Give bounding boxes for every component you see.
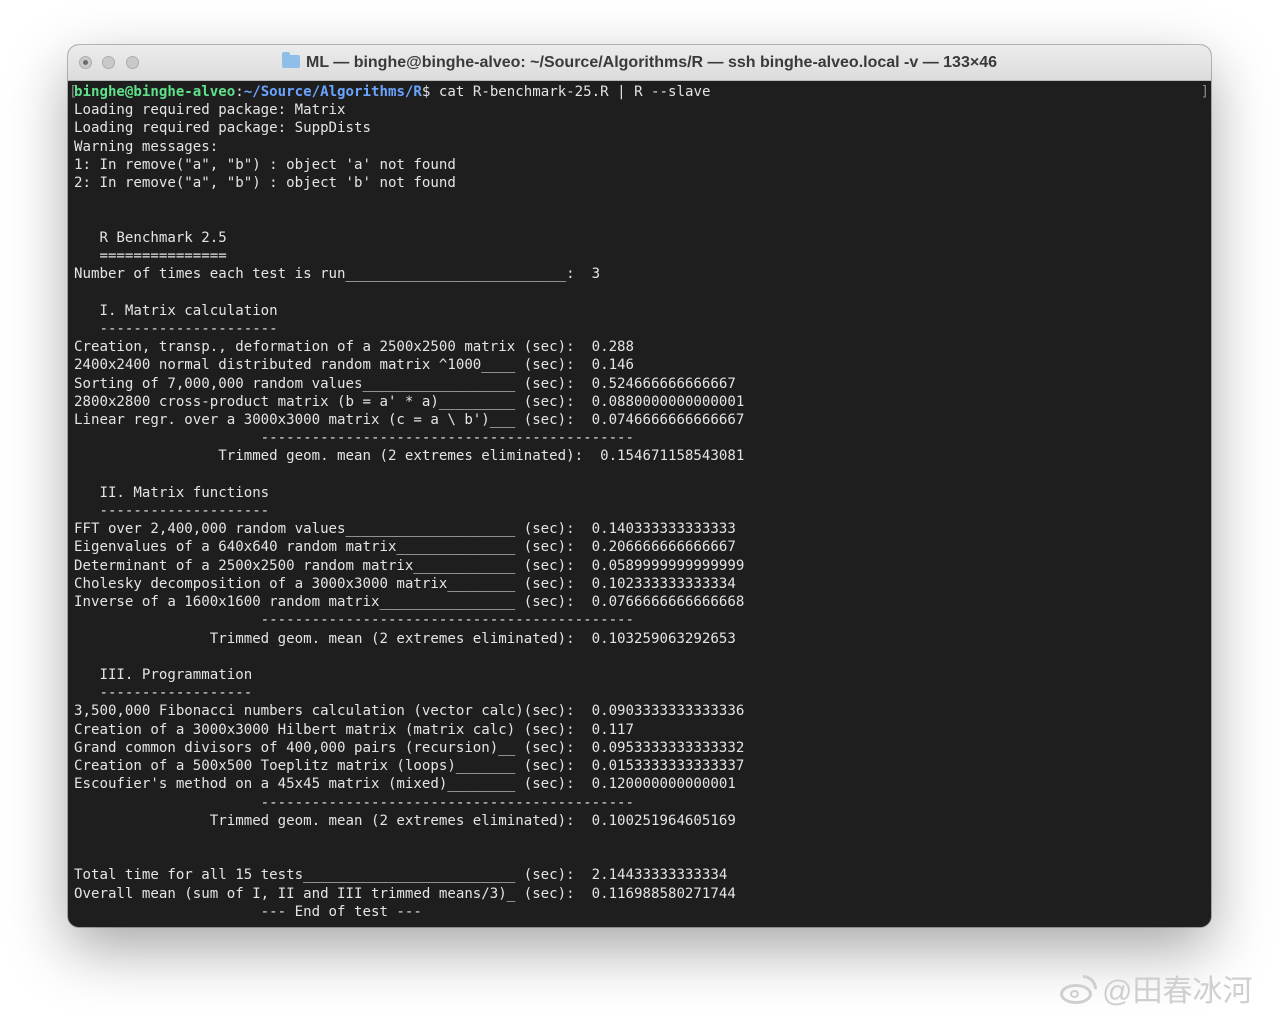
window-title-container: ML — binghe@binghe-alveo: ~/Source/Algor… bbox=[68, 45, 1211, 80]
benchmark-output: Loading required package: Matrix Loading… bbox=[74, 102, 745, 920]
title-bar[interactable]: ML — binghe@binghe-alveo: ~/Source/Algor… bbox=[68, 45, 1211, 81]
prompt-user: binghe@binghe-alveo bbox=[74, 84, 236, 100]
weibo-logo-icon bbox=[1058, 975, 1098, 1005]
terminal-text[interactable]: binghe@binghe-alveo:~/Source/Algorithms/… bbox=[74, 83, 744, 921]
mark-bracket-right: ] bbox=[1200, 84, 1209, 100]
watermark: @田春冰河 bbox=[1058, 966, 1253, 1008]
prompt-separator: : bbox=[235, 84, 244, 100]
terminal-content[interactable]: [ ] binghe@binghe-alveo:~/Source/Algorit… bbox=[68, 81, 1211, 927]
window-title: ML — binghe@binghe-alveo: ~/Source/Algor… bbox=[305, 54, 997, 71]
folder-icon bbox=[281, 52, 300, 68]
command-text: cat R-benchmark-25.R | R --slave bbox=[430, 84, 711, 100]
terminal-window: ML — binghe@binghe-alveo: ~/Source/Algor… bbox=[68, 45, 1211, 927]
prompt-path: ~/Source/Algorithms/R bbox=[243, 84, 422, 100]
watermark-text: @田春冰河 bbox=[1102, 975, 1253, 1008]
